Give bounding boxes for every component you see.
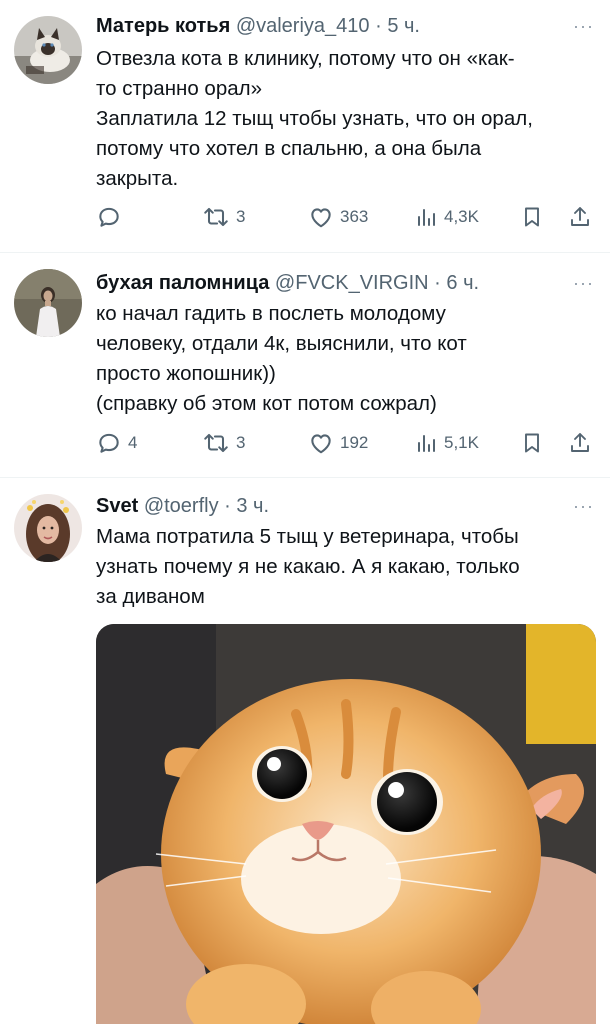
bookmark-icon — [520, 204, 544, 230]
tweet-photo[interactable] — [96, 624, 596, 1024]
retweet-icon — [202, 430, 230, 456]
tweet-line: узнать почему я не какаю. А я какаю, тол… — [96, 555, 520, 578]
reply-count: 4 — [128, 433, 138, 452]
more-icon[interactable]: ··· — [573, 497, 594, 515]
share-button[interactable] — [568, 428, 592, 458]
tweet-text: ко начал гадить в послеть молодому челов… — [96, 299, 596, 419]
timestamp[interactable]: 5 ч. — [387, 15, 420, 37]
bookmark-icon — [520, 430, 544, 456]
retweet-count: 3 — [236, 207, 246, 226]
avatar-fvck-virgin[interactable] — [14, 269, 82, 337]
like-count: 363 — [340, 207, 369, 226]
views-icon — [414, 204, 438, 230]
retweet-icon — [202, 204, 230, 230]
views-count: 4,3K — [444, 207, 479, 226]
tweet-line: за диваном — [96, 585, 205, 608]
tweet-line: то странно орал» — [96, 77, 263, 100]
like-count: 192 — [340, 433, 369, 452]
views-icon — [414, 430, 438, 456]
tweet-actions: 4 3 192 5,1K — [96, 428, 596, 458]
avatar-valeriya[interactable] — [14, 16, 82, 84]
tweet-text: Отвезла кота в клинику, потому что он «к… — [96, 44, 596, 194]
reply-icon — [96, 204, 122, 230]
like-icon — [308, 204, 334, 230]
share-icon — [568, 204, 592, 230]
tweet-actions: 3 363 4,3K — [96, 202, 596, 232]
bookmark-button[interactable] — [520, 202, 544, 232]
more-icon[interactable]: ··· — [573, 17, 594, 35]
author-name[interactable]: бухая паломница — [96, 272, 269, 294]
like-icon — [308, 430, 334, 456]
tweet-line: закрыта. — [96, 167, 179, 190]
timestamp[interactable]: 6 ч. — [446, 272, 479, 294]
like-button[interactable]: 192 — [308, 428, 368, 458]
retweet-button[interactable]: 3 — [202, 428, 245, 458]
tweet-line: ко начал гадить в послеть молодому — [96, 302, 446, 325]
author-name[interactable]: Svet — [96, 495, 138, 517]
tweet-line: Заплатила 12 тыщ чтобы узнать, что он ор… — [96, 107, 533, 130]
tweet-header: бухая паломница @FVCK_VIRGIN · 6 ч. — [96, 271, 570, 295]
share-button[interactable] — [568, 202, 592, 232]
separator: · — [224, 495, 231, 517]
share-icon — [568, 430, 592, 456]
tweet-line: (справку об этом кот потом сожрал) — [96, 392, 437, 415]
views-button[interactable]: 5,1K — [414, 428, 479, 458]
tweet-line: человеку, отдали 4к, выяснили, что кот — [96, 332, 467, 355]
reply-button[interactable] — [96, 202, 128, 232]
tweet-header: Матерь котья @valeriya_410 · 5 ч. — [96, 14, 570, 38]
more-icon[interactable]: ··· — [573, 274, 594, 292]
reply-button[interactable]: 4 — [96, 428, 137, 458]
timestamp[interactable]: 3 ч. — [236, 495, 269, 517]
retweet-button[interactable]: 3 — [202, 202, 245, 232]
tweet-line: потому что хотел в спальню, а она была — [96, 137, 482, 160]
reply-icon — [96, 430, 122, 456]
separator: · — [434, 272, 441, 294]
avatar-svet[interactable] — [14, 494, 82, 562]
views-button[interactable]: 4,3K — [414, 202, 479, 232]
author-handle[interactable]: @FVCK_VIRGIN — [275, 272, 429, 294]
bookmark-button[interactable] — [520, 428, 544, 458]
cat-photo-image — [96, 624, 596, 1024]
tweet-2[interactable]: бухая паломница @FVCK_VIRGIN · 6 ч. ··· … — [0, 253, 610, 477]
retweet-count: 3 — [236, 433, 246, 452]
tweet-1[interactable]: Матерь котья @valeriya_410 · 5 ч. ··· От… — [0, 0, 610, 250]
like-button[interactable]: 363 — [308, 202, 368, 232]
author-handle[interactable]: @toerfly — [144, 495, 219, 517]
tweet-text: Мама потратила 5 тыщ у ветеринара, чтобы… — [96, 522, 596, 612]
author-handle[interactable]: @valeriya_410 — [236, 15, 370, 37]
tweet-line: Мама потратила 5 тыщ у ветеринара, чтобы — [96, 525, 519, 548]
tweet-line: просто жопошник)) — [96, 362, 276, 385]
views-count: 5,1K — [444, 433, 479, 452]
tweet-header: Svet @toerfly · 3 ч. — [96, 494, 570, 518]
separator: · — [375, 15, 382, 37]
tweet-line: Отвезла кота в клинику, потому что он «к… — [96, 47, 515, 70]
author-name[interactable]: Матерь котья — [96, 15, 230, 37]
